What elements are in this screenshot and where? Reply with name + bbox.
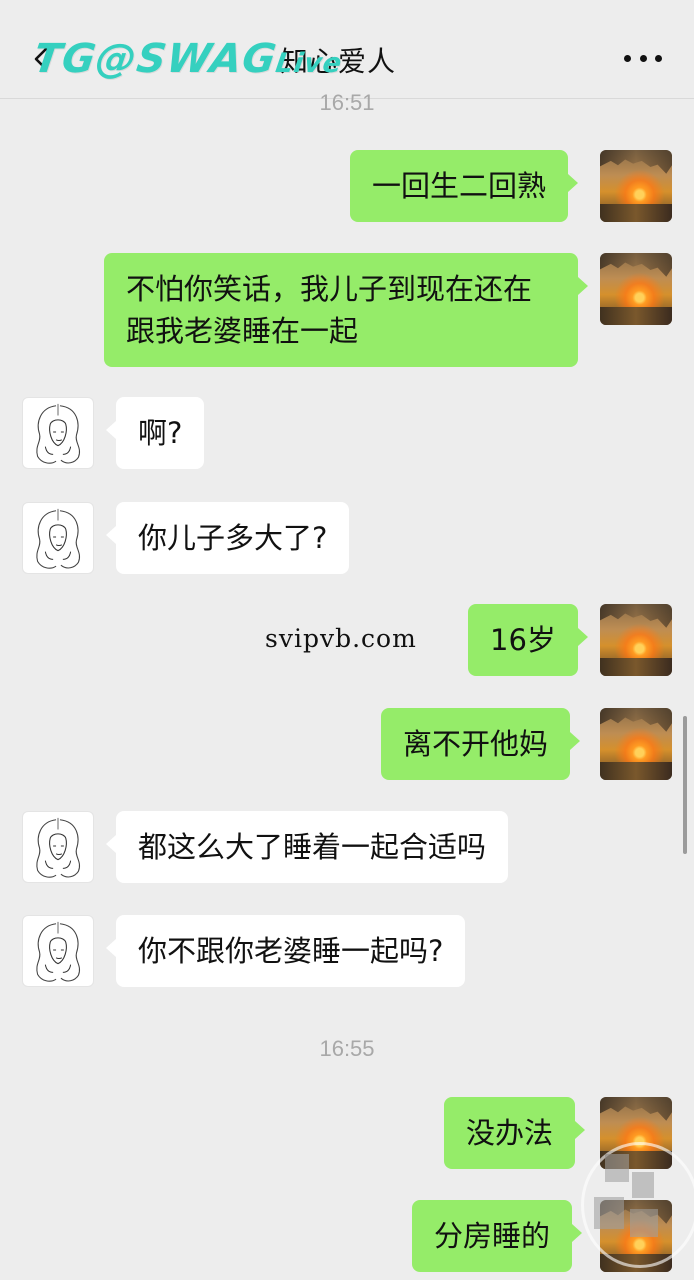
avatar-contact[interactable] [22,397,94,469]
timestamp: 16:55 [319,1036,375,1061]
avatar-self[interactable] [600,253,672,325]
watermark-main: TG@SWAG [30,36,280,82]
avatar-contact[interactable] [22,915,94,987]
message-bubble-outgoing[interactable]: 没办法 [444,1097,586,1169]
message-bubble-outgoing[interactable]: 分房睡的 [412,1200,583,1272]
mosaic-block [632,1172,654,1198]
message-bubble-incoming[interactable]: 你不跟你老婆睡一起吗? [105,915,466,987]
message-bubble-incoming[interactable]: 啊? [105,397,205,469]
message-bubble-outgoing[interactable]: 一回生二回熟 [350,150,579,222]
woman-sketch-icon [36,817,81,878]
message-bubble-outgoing[interactable]: 16岁 [468,604,588,676]
avatar-self[interactable] [600,150,672,222]
message-bubble-outgoing[interactable]: 离不开他妈 [381,708,581,780]
woman-sketch-icon [36,921,81,982]
more-icon [639,54,647,62]
avatar-contact[interactable] [22,811,94,883]
mosaic-block [630,1209,658,1237]
timestamp: 16:51 [319,90,375,115]
site-watermark: svipvb.com [265,624,417,653]
message-bubble-incoming[interactable]: 都这么大了睡着一起合适吗 [105,811,509,883]
avatar-self[interactable] [600,708,672,780]
message-bubble-incoming[interactable]: 你儿子多大了? [105,502,350,574]
chat-header: 知心爱人 TG@SWAGLive [0,0,694,99]
more-icon [655,54,662,62]
woman-sketch-icon [36,403,81,464]
header-watermark: TG@SWAGLive [31,36,346,82]
mosaic-block [605,1154,629,1182]
mosaic-block [594,1197,624,1229]
scrollbar-thumb[interactable] [683,716,687,854]
watermark-small: Live [273,48,345,79]
chat-screen: 知心爱人 TG@SWAGLive 16:51 一回生二回熟 不怕你笑话，我儿子到… [0,0,694,1280]
more-icon [624,54,631,62]
mosaic-watermark [581,1142,694,1268]
woman-sketch-icon [36,508,81,569]
avatar-contact[interactable] [22,502,94,574]
message-bubble-outgoing[interactable]: 不怕你笑话，我儿子到现在还在跟我老婆睡在一起 [104,253,588,367]
avatar-self[interactable] [600,604,672,676]
more-button[interactable] [624,46,662,70]
